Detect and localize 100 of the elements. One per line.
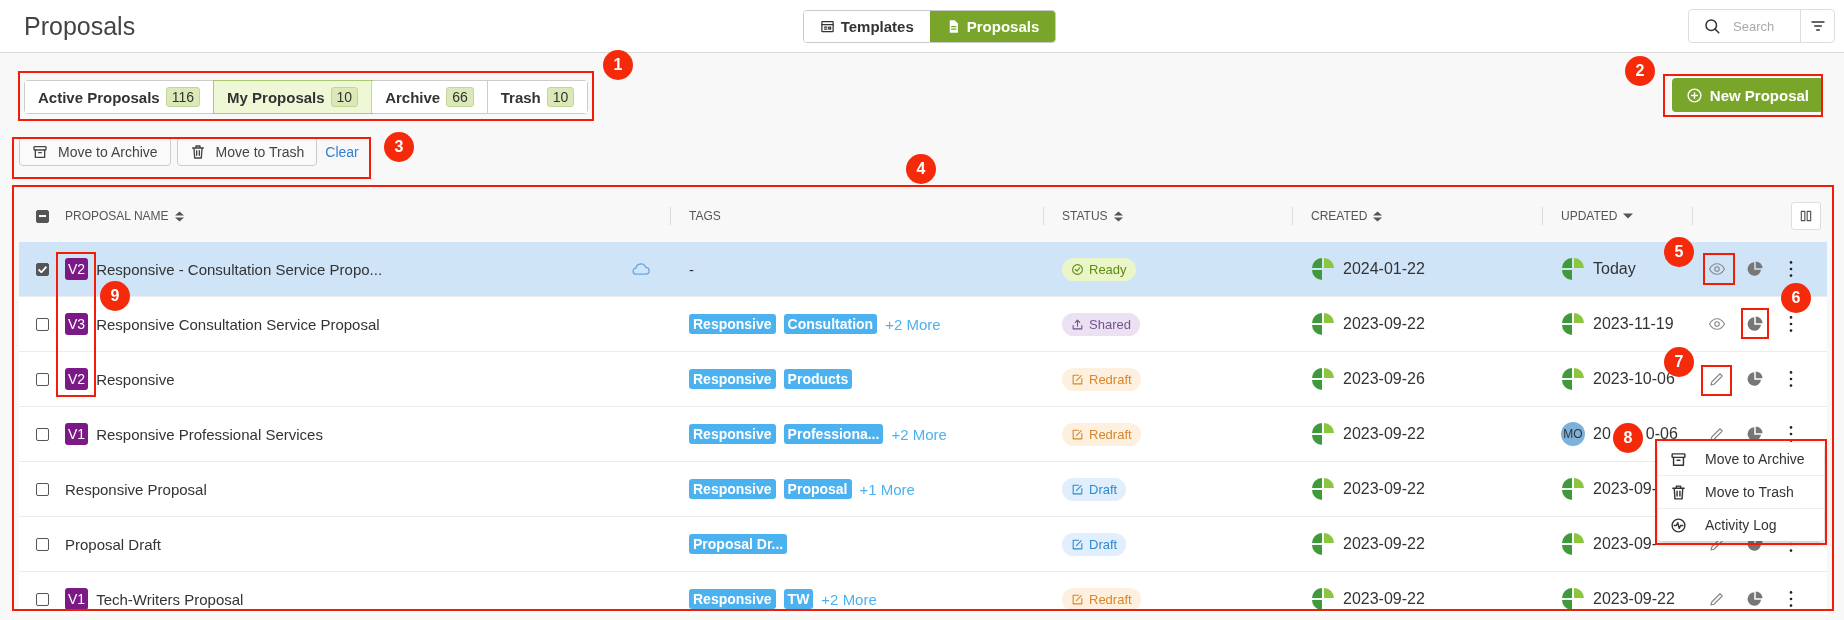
updated-date: 0-06 [1645,425,1678,443]
activity-icon [1670,516,1687,534]
status-badge: Shared [1062,312,1140,336]
logo-icon [1561,367,1585,391]
tag: Responsive [689,369,776,389]
row-checkbox[interactable] [36,537,49,551]
columns-button[interactable] [1791,202,1821,230]
more-icon[interactable] [1789,371,1793,387]
proposal-name[interactable]: Responsive Proposal [65,480,207,498]
callout-number: 4 [906,154,936,184]
bulk-action-button[interactable]: Move to Archive [19,137,171,166]
created-date: 2023-09-26 [1343,370,1425,388]
filter-icon [1809,18,1826,34]
row-checkbox[interactable] [36,372,49,386]
menu-item[interactable]: Move to Trash [1658,476,1824,509]
edit-icon [1071,592,1084,606]
updated-date: 2023-09-22 [1593,590,1675,608]
more-icon[interactable] [1789,591,1793,607]
proposal-name[interactable]: Responsive Consultation Service Proposal [96,315,380,333]
eye-icon [1708,315,1726,333]
check-circle-icon [1071,262,1084,276]
edit-icon [1071,482,1084,496]
proposal-name[interactable]: Responsive - Consultation Service Propo... [96,260,383,278]
count-badge: 10 [546,87,575,107]
status-badge: Draft [1062,477,1127,501]
column-header: UPDATED [1561,209,1618,223]
menu-item[interactable]: Move to Archive [1658,443,1824,476]
version-badge: V2 [65,258,89,280]
columns-icon [1799,209,1813,223]
updated-date: 20 [1593,425,1611,443]
row-checkbox[interactable] [36,427,49,441]
count-badge: 116 [165,87,201,107]
status-badge: Draft [1062,532,1127,556]
pencil-icon [1708,590,1726,608]
more-icon[interactable] [1789,316,1793,332]
edit-icon [1071,427,1084,441]
proposal-name[interactable]: Proposal Draft [65,535,161,553]
status-badge: Redraft [1062,587,1141,611]
proposal-name[interactable]: Responsive Professional Services [96,425,323,443]
search-field[interactable]: Search [1731,17,1790,35]
logo-icon [1311,422,1335,446]
pie-chart-icon [1746,315,1764,333]
proposal-name[interactable]: Tech-Writers Proposal [96,590,244,608]
version-badge: V3 [65,313,89,335]
trash-icon [189,143,206,160]
sort-icon[interactable] [174,210,184,222]
clear-link[interactable]: Clear [325,143,359,160]
created-date: 2023-09-22 [1343,425,1425,443]
version-badge: V1 [65,588,89,610]
pie-chart-icon [1746,370,1764,388]
created-date: 2023-09-22 [1343,480,1425,498]
callout-number: 2 [1625,56,1655,86]
edit-icon [1071,372,1084,386]
tag: Products [783,369,853,389]
logo-icon [1311,312,1335,336]
sort-icon[interactable] [1113,210,1123,222]
page-title: Proposals [24,11,137,41]
table-row[interactable]: V1 Tech-Writers Proposal Responsive TW +2 More Redraft 2023-09-22 2023-09-22 [19,572,1827,614]
tag: Responsive [689,479,776,499]
created-date: 2024-01-22 [1343,260,1425,278]
sort-icon[interactable] [1373,210,1383,222]
upload-icon [1071,317,1084,331]
tag: Professiona... [783,424,884,444]
tab[interactable]: My Proposals 10 [214,81,373,113]
created-date: 2023-09-22 [1343,590,1425,608]
tag: Proposal Dr... [689,534,788,554]
version-badge: V2 [65,368,89,390]
status-badge: Ready [1062,257,1136,281]
row-checkbox[interactable] [36,592,49,606]
more-icon[interactable] [1789,426,1793,442]
updated-date: 2023-09- [1593,535,1658,553]
row-checkbox[interactable] [36,317,49,331]
pencil-icon [1708,370,1726,388]
plus-circle-icon [1685,86,1703,104]
callout-number: 5 [1664,237,1694,267]
callout-number: 1 [603,50,633,80]
logo-icon [1311,367,1335,391]
created-date: 2023-09-22 [1343,315,1425,333]
tab[interactable]: Archive 66 [372,81,488,113]
column-header: TAGS [689,209,721,223]
tag: Responsive [689,589,776,609]
sort-down-icon[interactable] [1623,213,1634,219]
tag: Responsive [689,424,776,444]
row-checkbox[interactable] [36,482,49,496]
bulk-action-button[interactable]: Move to Trash [176,137,318,166]
count-badge: 66 [446,87,474,107]
search-icon [1703,17,1721,35]
select-all-checkbox[interactable] [36,209,49,223]
pie-chart-icon [1746,590,1764,608]
created-date: 2023-09-22 [1343,535,1425,553]
logo-icon [1561,532,1585,556]
eye-icon [1708,260,1726,278]
archive-icon [32,143,48,160]
logo-icon [1311,532,1335,556]
more-icon[interactable] [1789,261,1793,277]
logo-icon [1311,257,1335,281]
updated-date: 2023-11-19 [1593,315,1674,333]
status-badge: Redraft [1062,422,1141,446]
proposal-name[interactable]: Responsive [96,370,175,388]
row-checkbox[interactable] [36,262,49,276]
